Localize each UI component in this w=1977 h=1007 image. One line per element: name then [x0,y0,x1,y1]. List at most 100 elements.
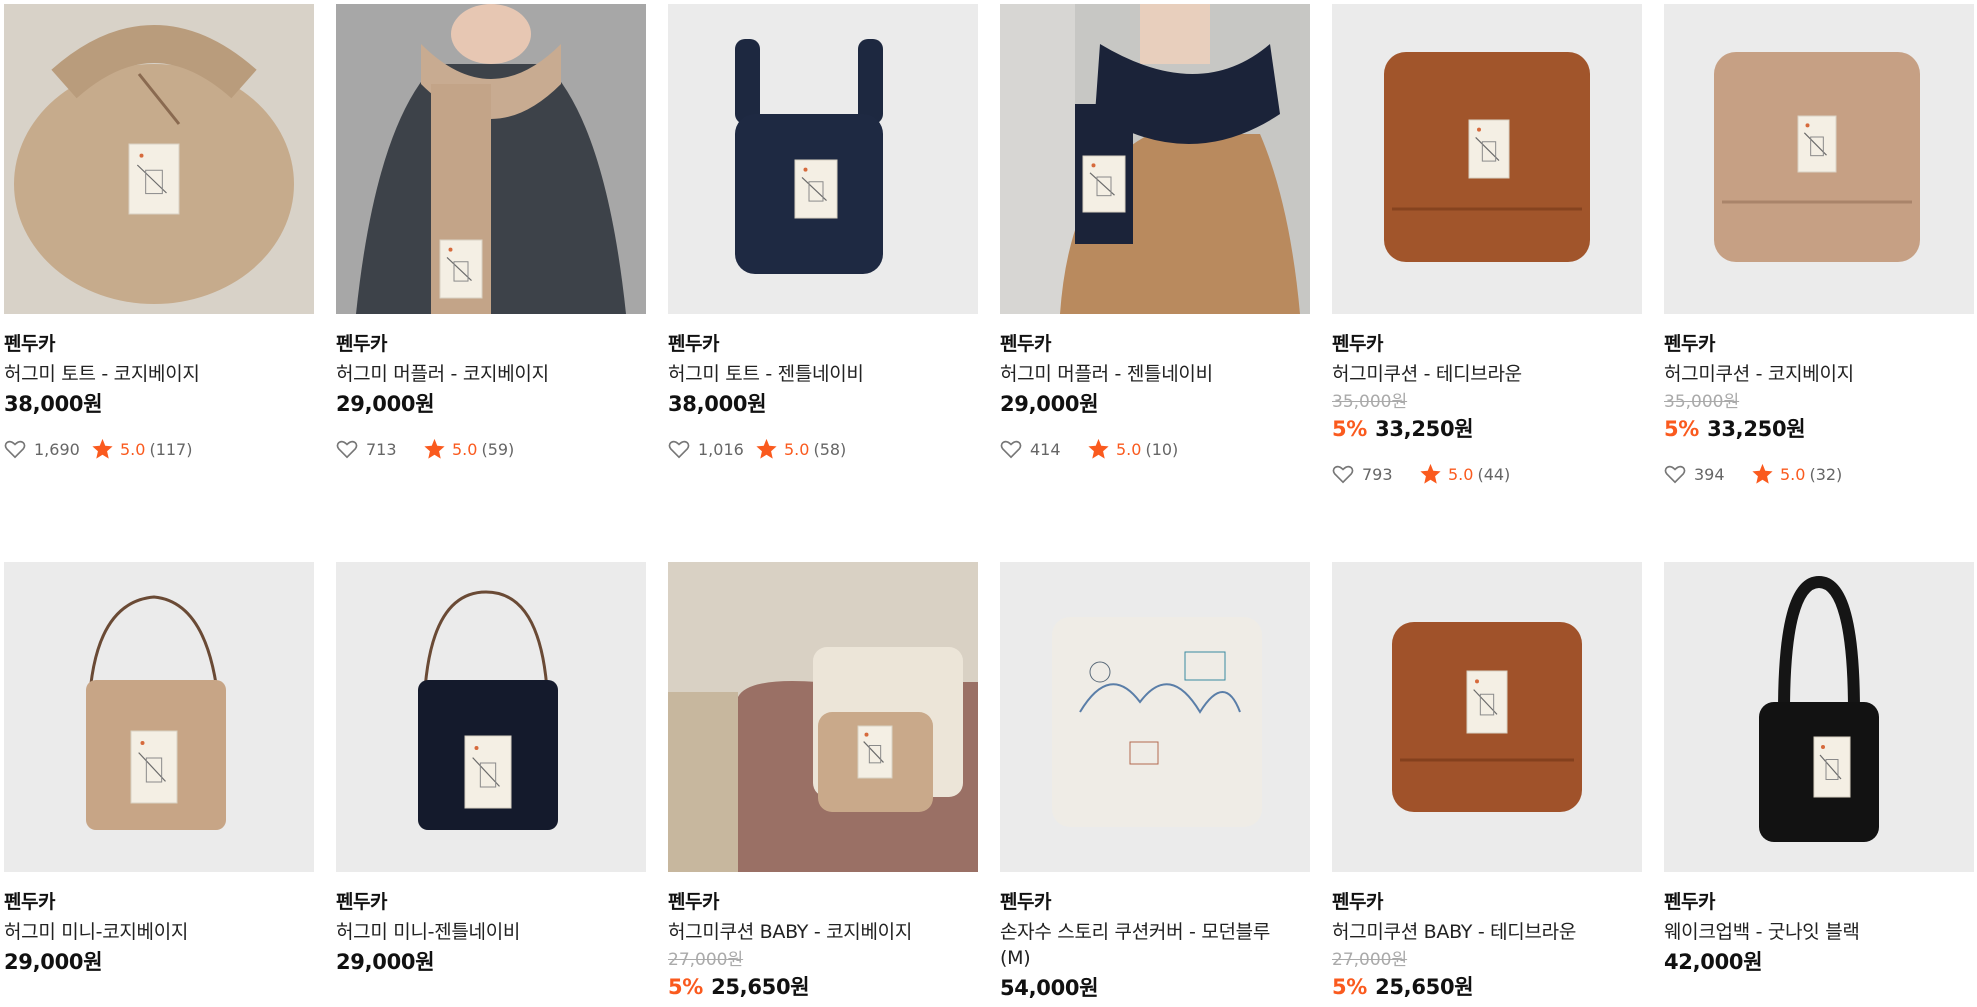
price-row: 38,000원 [668,391,978,418]
review-count: (32) [1809,464,1843,484]
sale-price: 29,000원 [336,950,435,974]
product-image[interactable] [1000,4,1310,314]
product-name[interactable]: 허그미 토트 - 젠틀네이비 [668,361,968,387]
product-card[interactable]: 펜두카 손자수 스토리 쿠션커버 - 모던블루(M) 54,000원 [1000,562,1310,1002]
rating-score: 5.0 [1448,464,1474,484]
product-photo-tote-navy [668,4,978,314]
product-photo-muffler-beige [336,4,646,314]
like-count: 414 [1030,439,1061,459]
product-meta: 394 5.0 (32) [1664,463,1974,485]
product-card[interactable]: 펜두카 허그미 토트 - 젠틀네이비 38,000원 1,016 5.0 (58) [668,4,978,562]
sale-price: 33,250원 [1707,417,1806,441]
review-count: (59) [481,439,515,459]
price-row: 42,000원 [1664,949,1974,976]
product-meta: 414 5.0 (10) [1000,438,1310,460]
star-icon [424,438,445,459]
like-count: 793 [1362,464,1393,484]
like-button[interactable]: 713 [336,439,423,459]
product-name[interactable]: 손자수 스토리 쿠션커버 - 모던블루(M) [1000,919,1300,971]
price-row: 5% 33,250원 [1664,416,1974,443]
rating-score: 5.0 [452,439,478,459]
brand-name[interactable]: 펜두카 [1332,890,1642,914]
product-card[interactable]: 펜두카 허그미 미니-코지베이지 29,000원 [4,562,314,1002]
rating: 5.0 (58) [755,438,846,460]
product-card[interactable]: 펜두카 허그미쿠션 BABY - 테디브라운 27,000원 5% 25,650원 [1332,562,1642,1002]
product-card[interactable]: 펜두카 허그미쿠션 - 테디브라운 35,000원 5% 33,250원 793 5.… [1332,4,1642,562]
brand-name[interactable]: 펜두카 [4,332,314,356]
rating-score: 5.0 [1780,464,1806,484]
product-photo-cushion-beige [1664,4,1974,314]
brand-name[interactable]: 펜두카 [1332,332,1642,356]
product-name[interactable]: 허그미 토트 - 코지베이지 [4,361,304,387]
product-name[interactable]: 허그미 머플러 - 코지베이지 [336,361,636,387]
brand-name[interactable]: 펜두카 [336,890,646,914]
price-row: 5% 25,650원 [668,974,978,1001]
like-button[interactable]: 1,016 [668,439,755,459]
product-name[interactable]: 허그미 머플러 - 젠틀네이비 [1000,361,1300,387]
sale-price: 42,000원 [1664,950,1763,974]
product-photo-story-cushion [1000,562,1310,872]
product-photo-cushion-brown [1332,4,1642,314]
product-card[interactable]: 펜두카 허그미 토트 - 코지베이지 38,000원 1,690 5.0 (117) [4,4,314,562]
product-card[interactable]: 펜두카 허그미쿠션 - 코지베이지 35,000원 5% 33,250원 394 5.… [1664,4,1974,562]
brand-name[interactable]: 펜두카 [336,332,646,356]
brand-name[interactable]: 펜두카 [4,890,314,914]
brand-name[interactable]: 펜두카 [1000,890,1310,914]
price-row: 5% 25,650원 [1332,974,1642,1001]
product-card[interactable]: 펜두카 허그미 미니-젠틀네이비 29,000원 [336,562,646,1002]
star-icon [1088,438,1109,459]
product-card[interactable]: 펜두카 허그미 머플러 - 코지베이지 29,000원 713 5.0 (59) [336,4,646,562]
product-name[interactable]: 허그미 미니-코지베이지 [4,919,304,945]
product-card[interactable]: 펜두카 웨이크업백 - 굿나잇 블랙 42,000원 [1664,562,1974,1002]
rating-score: 5.0 [1116,439,1142,459]
rating: 5.0 (117) [91,438,192,460]
product-meta: 1,016 5.0 (58) [668,438,978,460]
original-price: 35,000원 [1664,392,1740,412]
price-row: 29,000원 [4,949,314,976]
heart-icon [336,440,358,459]
product-name[interactable]: 허그미쿠션 BABY - 테디브라운 [1332,919,1632,945]
product-photo-mini-beige [4,562,314,872]
discount-rate: 5% [668,975,704,999]
product-image[interactable] [1664,562,1974,872]
product-name[interactable]: 허그미쿠션 - 테디브라운 [1332,361,1632,387]
product-image[interactable] [1664,4,1974,314]
heart-icon [1000,440,1022,459]
product-image[interactable] [4,562,314,872]
sale-price: 29,000원 [1000,392,1099,416]
brand-name[interactable]: 펜두카 [668,332,978,356]
product-photo-tote-beige [4,4,314,314]
product-image[interactable] [4,4,314,314]
heart-icon [1664,465,1686,484]
product-card[interactable]: 펜두카 허그미 머플러 - 젠틀네이비 29,000원 414 5.0 (10) [1000,4,1310,562]
product-name[interactable]: 허그미 미니-젠틀네이비 [336,919,636,945]
brand-name[interactable]: 펜두카 [1000,332,1310,356]
brand-name[interactable]: 펜두카 [1664,332,1974,356]
product-card[interactable]: 펜두카 허그미쿠션 BABY - 코지베이지 27,000원 5% 25,650원 [668,562,978,1002]
sale-price: 25,650원 [1375,975,1474,999]
product-grid: 펜두카 허그미 토트 - 코지베이지 38,000원 1,690 5.0 (117)… [4,4,1974,1002]
product-image[interactable] [336,4,646,314]
like-button[interactable]: 394 [1664,464,1751,484]
rating: 5.0 (44) [1419,463,1510,485]
product-image[interactable] [1000,562,1310,872]
product-name[interactable]: 허그미쿠션 BABY - 코지베이지 [668,919,968,945]
product-image[interactable] [336,562,646,872]
product-photo-muffler-navy [1000,4,1310,314]
sale-price: 38,000원 [4,392,103,416]
like-button[interactable]: 793 [1332,464,1419,484]
discount-rate: 5% [1332,417,1368,441]
review-count: (44) [1477,464,1511,484]
product-image[interactable] [1332,562,1642,872]
product-photo-wakeup-black [1664,562,1974,872]
product-image[interactable] [668,4,978,314]
product-image[interactable] [1332,4,1642,314]
like-button[interactable]: 414 [1000,439,1087,459]
brand-name[interactable]: 펜두카 [668,890,978,914]
product-meta: 793 5.0 (44) [1332,463,1642,485]
brand-name[interactable]: 펜두카 [1664,890,1974,914]
like-button[interactable]: 1,690 [4,439,91,459]
product-name[interactable]: 허그미쿠션 - 코지베이지 [1664,361,1964,387]
product-image[interactable] [668,562,978,872]
product-name[interactable]: 웨이크업백 - 굿나잇 블랙 [1664,919,1964,945]
